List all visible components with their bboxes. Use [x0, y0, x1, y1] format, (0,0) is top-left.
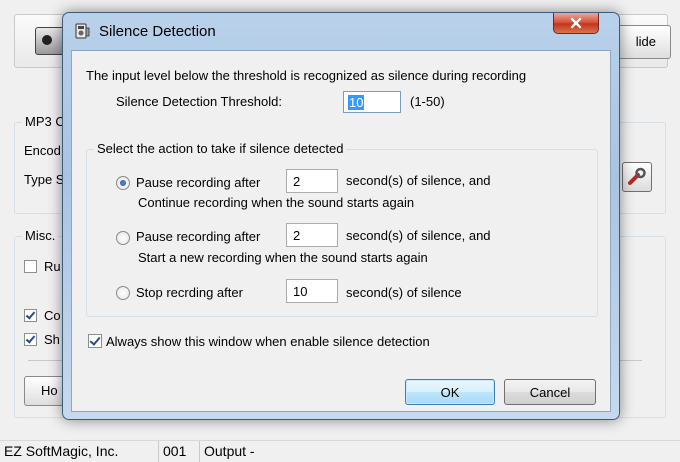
misc-checkbox-3[interactable]: [24, 333, 37, 346]
dialog-title-bar[interactable]: Silence Detection: [63, 13, 619, 49]
dialog-title: Silence Detection: [99, 23, 216, 40]
misc-checkbox-3-label: Sh: [44, 332, 60, 347]
status-output: Output -: [204, 443, 255, 459]
status-company: EZ SoftMagic, Inc.: [0, 441, 159, 462]
radio-pause-new-recording[interactable]: [116, 231, 130, 245]
intro-text: The input level below the threshold is r…: [86, 68, 527, 83]
misc-group-label: Misc.: [22, 228, 59, 243]
threshold-label: Silence Detection Threshold:: [116, 94, 282, 109]
ok-button-label: OK: [440, 384, 460, 400]
option-2-label: Pause recording after: [136, 229, 261, 244]
option-1-seconds-input[interactable]: 2: [286, 169, 338, 193]
option-3-seconds-value: 10: [293, 284, 308, 299]
misc-checkbox-2-label: Co: [44, 308, 61, 323]
wrench-icon: [628, 167, 646, 185]
ok-button[interactable]: OK: [405, 379, 495, 405]
silence-detection-dialog: Silence Detection The input level below …: [62, 12, 620, 420]
close-icon: [570, 17, 582, 29]
status-code: 001: [159, 441, 200, 462]
encoding-label: Encod: [24, 143, 61, 158]
status-bar: EZ SoftMagic, Inc. 001 Output -: [0, 440, 680, 462]
hotkey-button-label: Ho: [41, 383, 58, 398]
radio-stop-recording[interactable]: [116, 286, 130, 300]
option-1-seconds-value: 2: [293, 174, 301, 189]
toolbar-right-button[interactable]: lide: [615, 25, 671, 59]
option-1-label: Pause recording after: [136, 175, 261, 190]
option-2-seconds-input[interactable]: 2: [286, 223, 338, 247]
settings-wrench-button[interactable]: [622, 162, 652, 192]
radio-pause-continue[interactable]: [116, 176, 130, 190]
cancel-button[interactable]: Cancel: [504, 379, 596, 405]
toolbar-right-button-label: lide: [635, 34, 656, 49]
option-2-seconds-value: 2: [293, 228, 301, 243]
misc-checkbox-1-label: Ru: [44, 259, 61, 274]
threshold-input[interactable]: 10: [343, 91, 401, 113]
close-button[interactable]: [553, 13, 599, 34]
threshold-value: 10: [348, 95, 365, 110]
option-3-suffix: second(s) of silence: [346, 285, 462, 300]
always-show-label: Always show this window when enable sile…: [106, 334, 430, 349]
dialog-client-area: The input level below the threshold is r…: [71, 50, 611, 412]
action-group-label: Select the action to take if silence det…: [94, 141, 347, 156]
threshold-range: (1-50): [410, 94, 445, 109]
option-2-suffix: second(s) of silence, and: [346, 228, 491, 243]
misc-checkbox-2[interactable]: [24, 309, 37, 322]
option-1-suffix: second(s) of silence, and: [346, 173, 491, 188]
always-show-checkbox[interactable]: [88, 334, 102, 348]
cancel-button-label: Cancel: [529, 384, 571, 400]
option-3-seconds-input[interactable]: 10: [286, 279, 338, 303]
option-2-detail: Start a new recording when the sound sta…: [138, 250, 428, 265]
misc-checkbox-1[interactable]: [24, 260, 37, 273]
option-1-detail: Continue recording when the sound starts…: [138, 195, 415, 210]
type-label: Type S: [24, 172, 65, 187]
mp3-group-label: MP3 C: [22, 114, 68, 129]
microphone-app-icon: [75, 23, 90, 39]
option-3-label: Stop recrding after: [136, 285, 243, 300]
